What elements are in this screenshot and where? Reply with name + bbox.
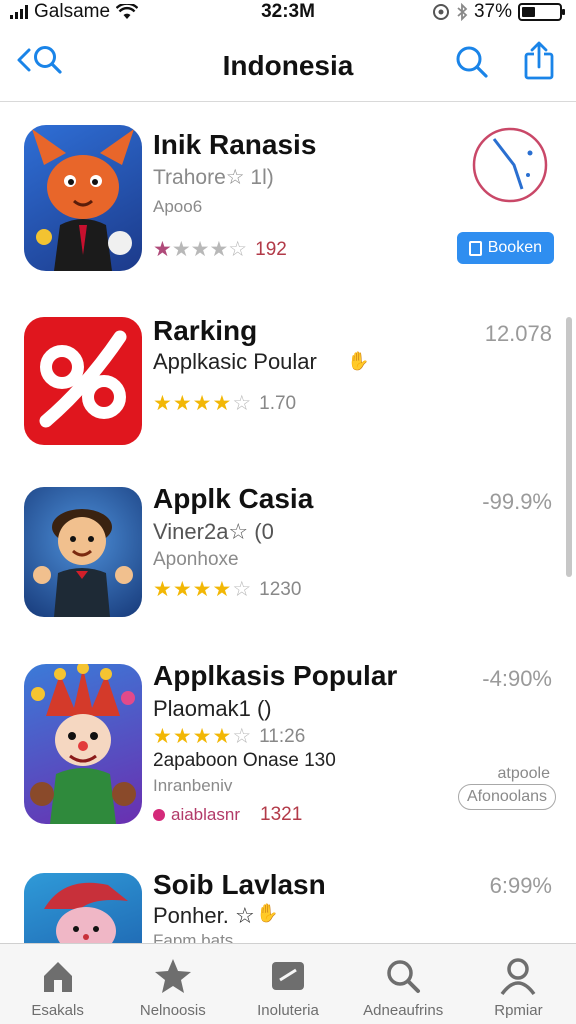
app-row[interactable]: Applkasis Popular Plaomak1 () ★★★★☆ 11:2… (0, 648, 576, 848)
rating-count: 192 (255, 238, 287, 260)
home-icon (43, 962, 72, 992)
app-percent: 12.078 (484, 321, 552, 346)
search-icon (34, 46, 62, 74)
app-category: Aponhoxe (153, 549, 239, 570)
outline-action-label: Afonoolans (466, 788, 547, 805)
star-rating-icon: ★★★★☆ (153, 238, 248, 261)
category-icon (272, 962, 304, 990)
boy-character-icon (24, 487, 142, 617)
app-percent: -99.9% (482, 489, 552, 514)
app-row[interactable]: Rarking Applkasic Poular ✋ ★★★★☆ 1.70 12… (0, 303, 576, 463)
hand-icon: ✋ (347, 351, 370, 371)
app-tag-row: aiablasnr 1321 (153, 804, 302, 826)
star-rating-icon: ★★★★☆ (153, 578, 252, 601)
app-small-label: atpoole (497, 765, 551, 782)
person-icon (500, 958, 536, 996)
app-row[interactable]: Inik Ranasis Trahore☆ 1l) Apoo6 ★★★★☆ 19… (0, 103, 576, 289)
tab-profile[interactable]: Rpmiar (461, 944, 576, 1024)
star-rating-icon: ★★★★☆ (153, 725, 252, 748)
progress-ring-icon[interactable] (470, 125, 550, 205)
tab-categories[interactable]: Inoluteria (230, 944, 345, 1024)
rating-stars: ★★★★☆ 1230 (153, 577, 301, 602)
fox-character-icon (24, 125, 142, 271)
app-title: Applkasis Popular (153, 660, 398, 691)
outline-action-button[interactable]: Afonoolans (457, 784, 556, 810)
carrier-name: Galsame (34, 1, 111, 22)
star-rating-icon: ★★★★☆ (153, 392, 252, 415)
app-subtitle: Trahore☆ 1l) (153, 166, 274, 189)
tab-home[interactable]: Esakals (0, 944, 115, 1024)
location-icon (432, 4, 449, 20)
jester-character-icon (24, 664, 142, 824)
status-left: Galsame (10, 1, 139, 23)
app-category: Inranbeniv (153, 776, 233, 795)
book-button[interactable]: Booken (456, 232, 554, 264)
scroll-indicator[interactable] (566, 317, 572, 577)
app-title: Inik Ranasis (153, 129, 317, 160)
star-icon (154, 959, 191, 993)
app-subtitle: Applkasic Poular (153, 349, 317, 374)
dot-icon (153, 809, 165, 821)
tab-label: Adneaufrins (363, 1002, 444, 1019)
rating-stars: ★★★★☆ 192 (153, 237, 287, 262)
tab-search[interactable]: Adneaufrins (346, 944, 461, 1024)
bluetooth-icon (457, 3, 468, 21)
app-subtitle: Ponher. ☆ (153, 903, 255, 928)
rating-count: 1321 (260, 804, 303, 825)
status-right: 37% (432, 1, 565, 23)
rating-count: 11:26 (259, 725, 306, 747)
tab-bar: Esakals Nelnoosis Inoluteria Adneaufrins… (0, 943, 576, 1024)
share-button[interactable] (522, 40, 556, 80)
navigation-bar: Indonesia (0, 30, 576, 102)
back-search-button[interactable] (16, 44, 64, 76)
app-percent: -4:90% (482, 666, 552, 691)
rating-count: 1.70 (259, 392, 297, 414)
search-button[interactable] (454, 44, 490, 80)
app-description: 2apaboon Onase 130 (153, 750, 336, 771)
rating-count: 1230 (259, 578, 302, 600)
tab-label: Inoluteria (257, 1002, 319, 1019)
app-title: Soib Lavlasn (153, 869, 326, 900)
tab-featured[interactable]: Nelnoosis (115, 944, 230, 1024)
app-subtitle: Plaomak1 () (153, 696, 272, 721)
hand-icon: ✋ (256, 903, 279, 923)
book-icon (468, 240, 482, 256)
search-icon (387, 960, 421, 993)
chevron-left-icon (17, 48, 31, 72)
app-category: Apoo6 (153, 197, 203, 216)
rating-stars: ★★★★☆ 11:26 (153, 724, 305, 749)
app-title: Rarking (153, 315, 258, 346)
app-percent: 6:99% (489, 873, 552, 898)
tab-label: Esakals (31, 1002, 84, 1019)
app-tag: aiablasnr (171, 805, 240, 824)
app-row[interactable]: Applk Casia Viner2a☆ (0 Aponhoxe ★★★★☆ 1… (0, 479, 576, 647)
wifi-icon (116, 4, 139, 19)
app-subtitle: Viner2a☆ (0 (153, 519, 274, 544)
percent-logo-icon (24, 317, 142, 445)
rating-stars: ★★★★☆ 1.70 (153, 391, 296, 416)
tab-label: Rpmiar (494, 1002, 543, 1019)
signal-icon (10, 5, 28, 19)
pink-character-icon (24, 873, 142, 943)
battery-percent: 37% (473, 1, 512, 22)
tab-label: Nelnoosis (139, 1002, 206, 1019)
book-button-label: Booken (487, 239, 542, 256)
page-title: Indonesia (222, 49, 354, 81)
app-title: Applk Casia (153, 483, 314, 514)
app-row[interactable]: Soib Lavlasn Ponher. ☆ ✋ Fapm bats 6:99% (0, 855, 576, 943)
app-category: Fapm bats (153, 931, 234, 943)
app-list: Inik Ranasis Trahore☆ 1l) Apoo6 ★★★★☆ 19… (0, 103, 576, 943)
status-bar: Galsame 32:3M 37% (0, 0, 576, 24)
battery-icon (518, 3, 565, 21)
